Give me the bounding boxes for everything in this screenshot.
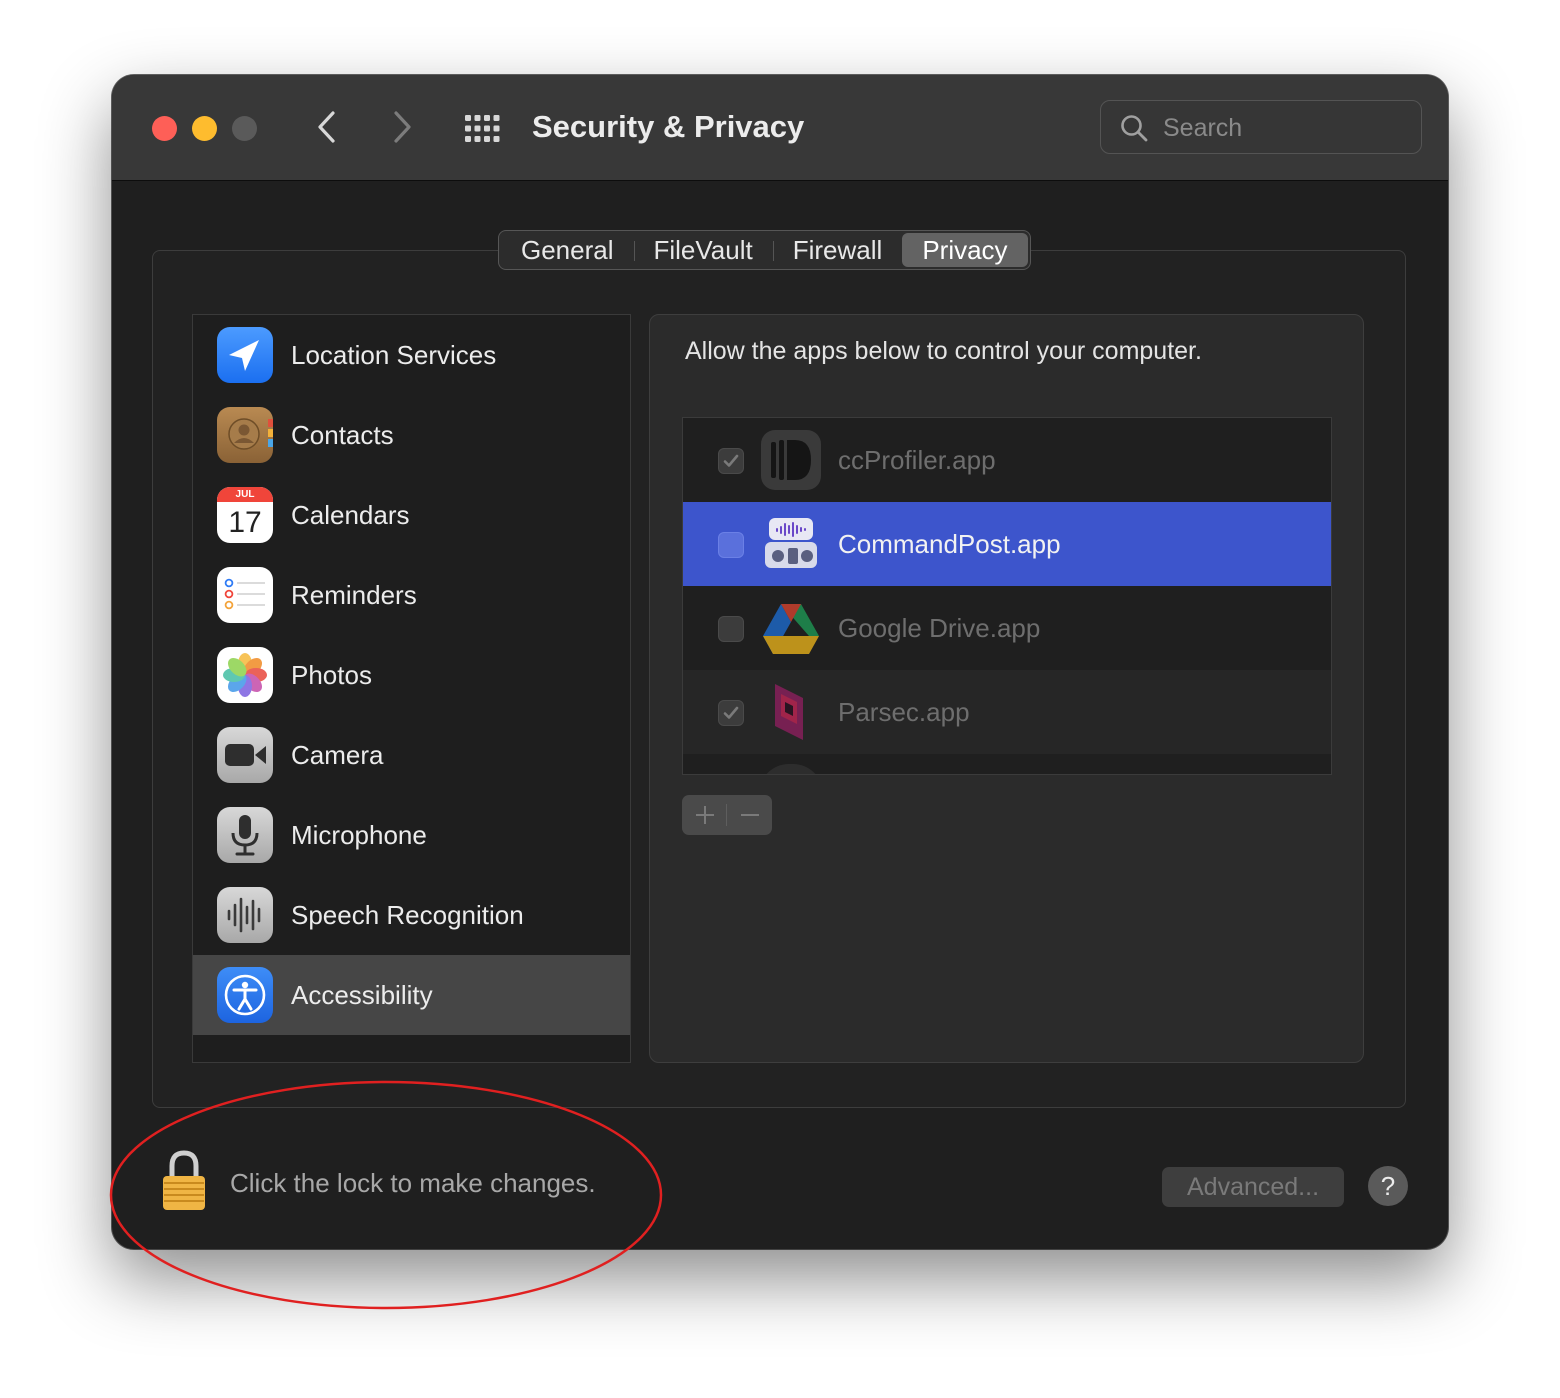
search-field[interactable] [1100, 100, 1422, 154]
sidebar-item-photos[interactable]: Photos [193, 635, 630, 715]
tab-privacy[interactable]: Privacy [902, 233, 1028, 267]
zoom-button[interactable] [232, 116, 257, 141]
app-row-ccprofiler[interactable]: ccProfiler.app [683, 418, 1331, 502]
advanced-button[interactable]: Advanced... [1162, 1167, 1344, 1207]
sidebar-item-label: Location Services [291, 340, 497, 370]
calendar-icon: JUL 17 [217, 487, 273, 543]
sidebar-item-label: Calendars [291, 500, 410, 530]
app-name: CommandPost.app [838, 529, 1061, 559]
show-all-grid-icon[interactable] [462, 109, 502, 149]
sidebar-item-label: Speech Recognition [291, 900, 524, 930]
calendar-month: JUL [217, 487, 273, 502]
microphone-icon [217, 807, 273, 863]
sidebar-item-label: Contacts [291, 420, 394, 450]
checkmark-icon [723, 706, 739, 719]
panel-instruction: Allow the apps below to control your com… [685, 337, 1202, 365]
tab-filevault[interactable]: FileVault [634, 233, 774, 267]
commandpost-app-icon [765, 518, 817, 568]
contacts-book-icon [217, 407, 273, 463]
tab-firewall[interactable]: Firewall [773, 233, 903, 267]
security-privacy-window: Security & Privacy General FileVault Fir… [112, 75, 1448, 1249]
title-bar: Security & Privacy [112, 75, 1448, 181]
sidebar-item-accessibility[interactable]: Accessibility [193, 955, 630, 1035]
app-row-google-drive[interactable]: Google Drive.app [683, 586, 1331, 670]
partial-app-icon [759, 764, 823, 774]
reminders-list-icon [217, 567, 273, 623]
waveform-icon [217, 887, 273, 943]
app-checkbox[interactable] [718, 532, 744, 558]
calendar-day: 17 [228, 506, 262, 539]
sidebar-item-label: Accessibility [291, 980, 433, 1010]
window-title: Security & Privacy [532, 109, 805, 144]
lock-status-text: Click the lock to make changes. [230, 1168, 596, 1198]
search-icon [1121, 115, 1148, 142]
minus-icon [740, 814, 759, 816]
photos-flower-icon [217, 647, 273, 703]
add-app-button[interactable] [682, 795, 727, 835]
accessibility-panel: Allow the apps below to control your com… [649, 314, 1364, 1063]
app-row-commandpost[interactable]: CommandPost.app [683, 502, 1331, 586]
add-remove-control [682, 795, 772, 835]
tab-general[interactable]: General [501, 233, 634, 267]
app-name: Parsec.app [838, 697, 970, 727]
help-button[interactable]: ? [1368, 1166, 1408, 1206]
app-checkbox[interactable] [718, 700, 744, 726]
forward-button[interactable] [382, 105, 422, 149]
app-name: Google Drive.app [838, 613, 1041, 643]
chevron-right-icon [394, 111, 411, 143]
app-checkbox[interactable] [718, 448, 744, 474]
checkmark-icon [723, 454, 739, 467]
sidebar-item-location-services[interactable]: Location Services [193, 315, 630, 395]
parsec-app-icon [775, 684, 803, 740]
sidebar-item-camera[interactable]: Camera [193, 715, 630, 795]
privacy-category-list[interactable]: Location Services Contacts JUL 17 Calend… [192, 314, 631, 1063]
sidebar-item-contacts[interactable]: Contacts [193, 395, 630, 475]
sidebar-item-label: Photos [291, 660, 372, 690]
ccprofiler-app-icon [761, 430, 821, 490]
app-row-parsec[interactable]: Parsec.app [683, 670, 1331, 754]
close-button[interactable] [152, 116, 177, 141]
sidebar-item-label: Microphone [291, 820, 427, 850]
search-input[interactable] [1161, 109, 1405, 147]
back-button[interactable] [307, 105, 347, 149]
app-name: ccProfiler.app [838, 445, 996, 475]
lock-icon[interactable] [160, 1148, 208, 1212]
video-camera-icon [217, 727, 273, 783]
plus-icon [695, 806, 714, 824]
sidebar-item-label: Reminders [291, 580, 417, 610]
allowed-apps-list[interactable]: ccProfiler.app CommandPost.app Google Dr… [682, 417, 1332, 775]
sidebar-item-speech-recognition[interactable]: Speech Recognition [193, 875, 630, 955]
google-drive-app-icon [763, 604, 819, 654]
chevron-left-icon [318, 111, 335, 143]
remove-app-button[interactable] [727, 795, 772, 835]
location-arrow-icon [217, 327, 273, 383]
minimize-button[interactable] [192, 116, 217, 141]
tab-bar: General FileVault Firewall Privacy [498, 230, 1031, 270]
sidebar-item-calendars[interactable]: JUL 17 Calendars [193, 475, 630, 555]
accessibility-person-icon [217, 967, 273, 1023]
sidebar-item-microphone[interactable]: Microphone [193, 795, 630, 875]
sidebar-item-reminders[interactable]: Reminders [193, 555, 630, 635]
app-checkbox[interactable] [718, 616, 744, 642]
sidebar-item-label: Camera [291, 740, 384, 770]
